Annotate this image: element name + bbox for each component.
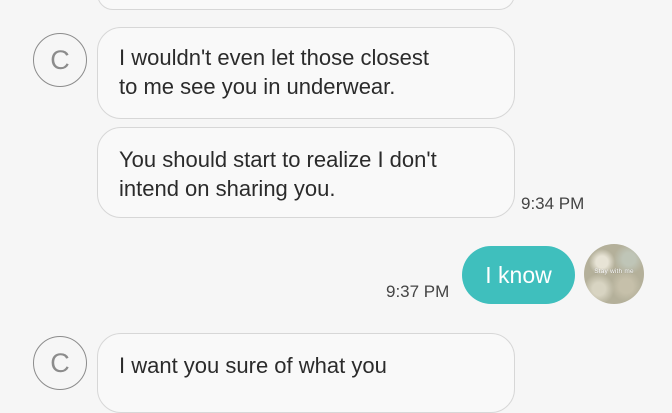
message-bubble-partial[interactable] xyxy=(97,0,515,10)
user-avatar[interactable]: Stay with me xyxy=(584,244,644,304)
message-text-line: I want you sure of what you xyxy=(119,353,387,378)
message-timestamp: 9:37 PM xyxy=(386,282,450,301)
message-timestamp: 9:34 PM xyxy=(521,194,585,213)
message-text-line: to me see you in underwear. xyxy=(119,74,396,99)
message-text-line: intend on sharing you. xyxy=(119,176,336,201)
contact-avatar[interactable]: C xyxy=(33,33,87,87)
message-text-line: I wouldn't even let those closest xyxy=(119,45,429,70)
message-bubble[interactable]: I wouldn't even let those closest to me … xyxy=(97,27,515,119)
avatar-letter: C xyxy=(50,44,70,75)
message-bubble[interactable]: You should start to realize I don't inte… xyxy=(97,127,515,218)
contact-avatar[interactable]: C xyxy=(33,336,87,390)
message-text: I know xyxy=(485,261,552,288)
sent-message-bubble[interactable]: I know xyxy=(462,246,575,304)
avatar-image-text: Stay with me xyxy=(594,268,634,275)
avatar-letter: C xyxy=(50,347,70,378)
message-text-line: You should start to realize I don't xyxy=(119,147,437,172)
message-bubble[interactable]: I want you sure of what you xyxy=(97,333,515,413)
